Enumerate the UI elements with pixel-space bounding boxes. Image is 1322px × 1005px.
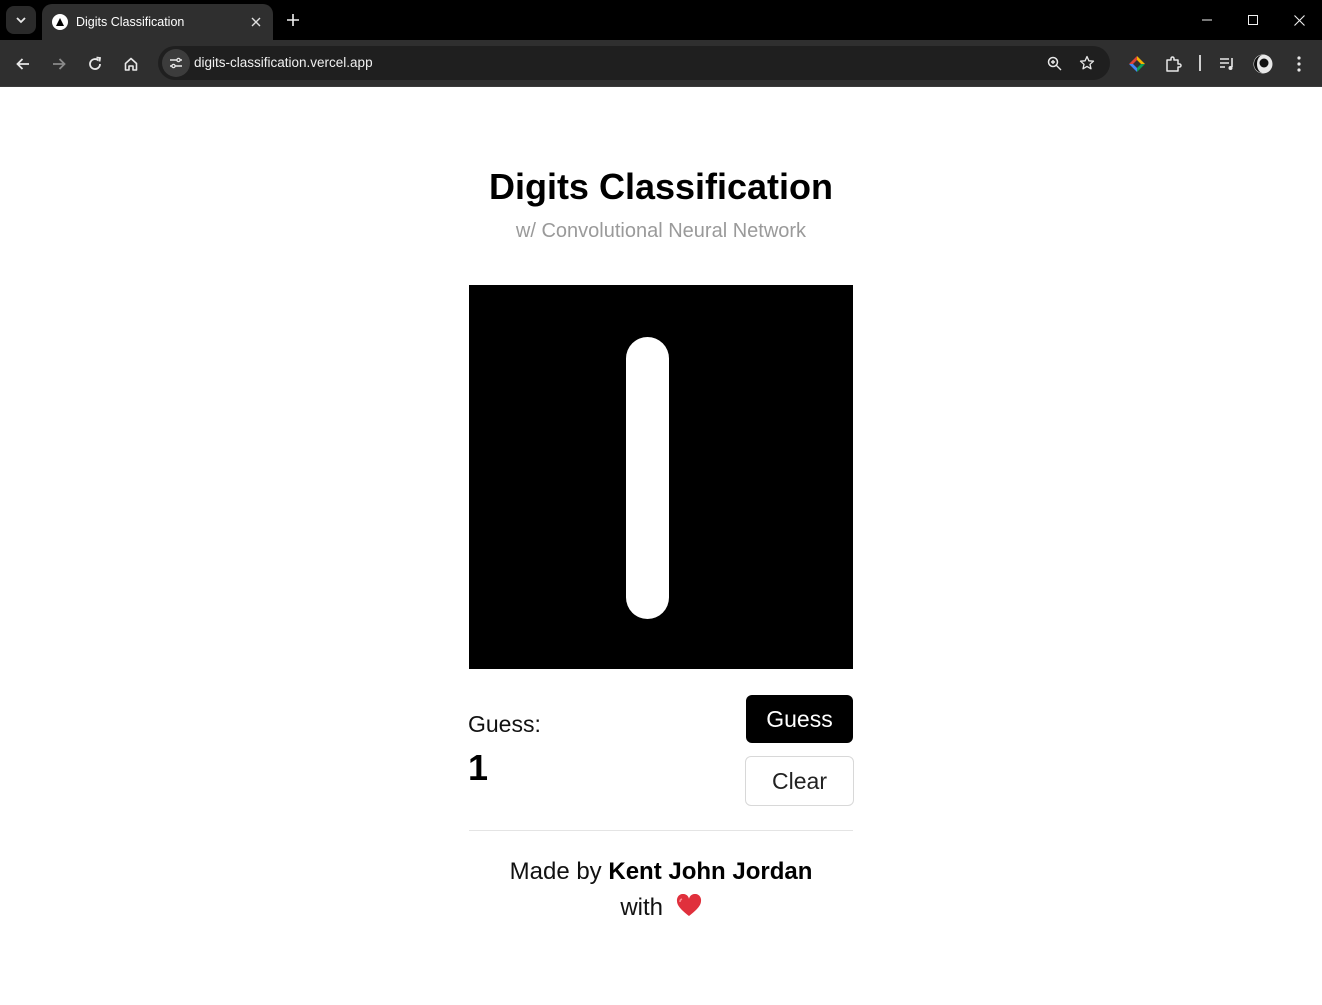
toolbar-separator xyxy=(1199,55,1201,71)
forward-arrow-icon xyxy=(53,58,66,70)
tab-search-button[interactable] xyxy=(6,6,36,34)
media-queue-icon xyxy=(1220,58,1233,70)
browser-menu-button[interactable] xyxy=(1287,52,1311,76)
active-tab[interactable]: Digits Classification xyxy=(42,4,273,40)
close-icon[interactable] xyxy=(245,11,267,33)
zoom-button[interactable] xyxy=(1042,51,1066,75)
profile-button[interactable] xyxy=(1251,52,1275,76)
star-icon xyxy=(1079,55,1095,70)
browser-toolbar: digits-classification.vercel.app xyxy=(0,40,1322,87)
site-info-button[interactable] xyxy=(162,49,190,77)
media-controls-button[interactable] xyxy=(1215,52,1239,76)
colorful-diamond-icon xyxy=(1129,56,1145,72)
page-title: Digits Classification xyxy=(488,166,834,207)
reload-button[interactable] xyxy=(81,50,109,78)
guess-value: 1 xyxy=(468,747,489,788)
extensions-menu-button[interactable] xyxy=(1161,52,1185,76)
browser-window: Digits Classification digits-classificat… xyxy=(0,0,1322,1005)
chevron-down-icon xyxy=(16,17,26,24)
credit-line: Made by Kent John Jordan xyxy=(0,858,1322,886)
tune-icon xyxy=(170,57,182,69)
close-icon xyxy=(1293,14,1305,26)
url-text[interactable]: digits-classification.vercel.app xyxy=(194,55,373,70)
plus-icon xyxy=(287,14,299,26)
back-arrow-icon xyxy=(16,58,29,70)
drawn-digit-stroke xyxy=(626,337,669,619)
home-icon xyxy=(124,57,138,71)
page-subtitle: w/ Convolutional Neural Network xyxy=(515,220,807,242)
heart-icon xyxy=(676,893,702,925)
minimize-button[interactable] xyxy=(1184,0,1230,40)
tab-strip: Digits Classification xyxy=(0,0,1322,40)
page-content: Digits Classification w/ Convolutional N… xyxy=(0,88,1322,1005)
clear-button[interactable]: Clear xyxy=(745,756,854,806)
minimize-icon xyxy=(1202,19,1212,21)
close-window-button[interactable] xyxy=(1276,0,1322,40)
bookmark-button[interactable] xyxy=(1075,51,1099,75)
puzzle-icon xyxy=(1166,56,1182,72)
vercel-triangle-icon xyxy=(52,14,68,30)
avatar-icon xyxy=(1253,54,1273,74)
extension-button[interactable] xyxy=(1125,52,1149,76)
with-line: with xyxy=(0,893,1322,925)
tab-title: Digits Classification xyxy=(76,15,185,29)
window-controls xyxy=(1184,0,1322,40)
reload-icon xyxy=(89,56,102,70)
maximize-icon xyxy=(1248,15,1258,25)
zoom-icon xyxy=(1047,56,1061,70)
back-button[interactable] xyxy=(9,50,37,78)
drawing-canvas[interactable] xyxy=(469,285,853,669)
guess-label: Guess: xyxy=(468,711,541,737)
address-bar[interactable]: digits-classification.vercel.app xyxy=(158,46,1110,80)
section-divider xyxy=(469,830,853,831)
forward-button[interactable] xyxy=(45,50,73,78)
kebab-menu-icon xyxy=(1297,56,1301,72)
home-button[interactable] xyxy=(117,50,145,78)
guess-button[interactable]: Guess xyxy=(746,695,853,743)
author-name: Kent John Jordan xyxy=(608,858,813,885)
maximize-button[interactable] xyxy=(1230,0,1276,40)
new-tab-button[interactable] xyxy=(281,8,305,32)
with-text: with xyxy=(620,894,663,921)
credit-prefix: Made by xyxy=(509,858,602,885)
